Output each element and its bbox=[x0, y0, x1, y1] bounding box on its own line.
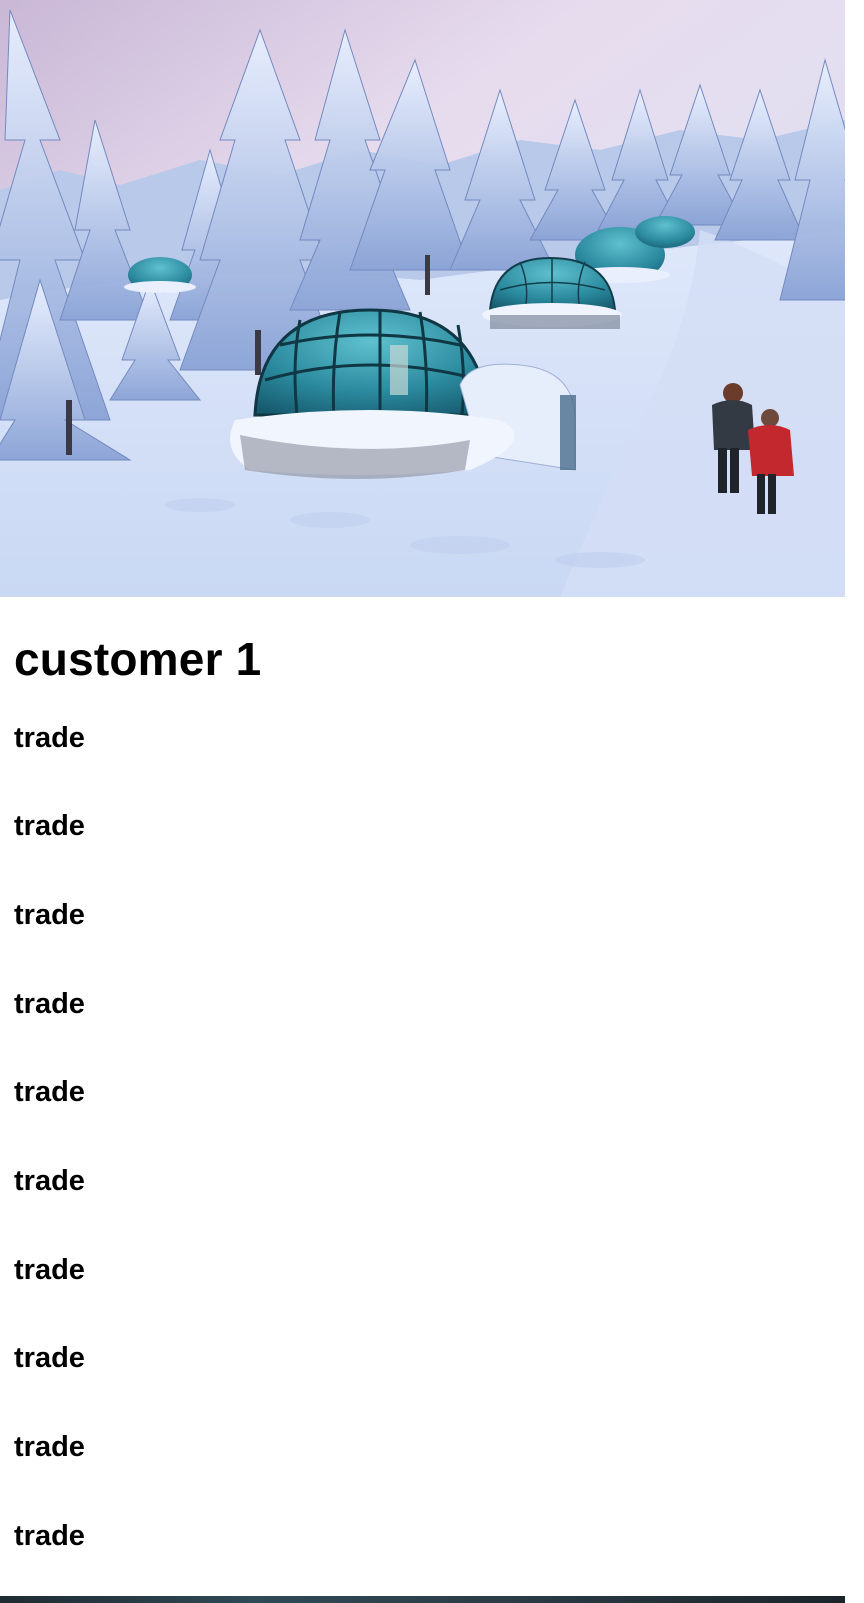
trade-item: trade bbox=[14, 1254, 85, 1286]
trade-item: trade bbox=[14, 1076, 85, 1108]
trade-item: trade bbox=[14, 1520, 85, 1552]
page: customer 1 trade trade trade trade trade… bbox=[0, 0, 864, 1603]
glass-igloo-snow-scene bbox=[0, 0, 845, 597]
trade-item: trade bbox=[14, 988, 85, 1020]
trade-item: trade bbox=[14, 722, 85, 754]
trade-item: trade bbox=[14, 1165, 85, 1197]
trade-item: trade bbox=[14, 1431, 85, 1463]
next-image-edge bbox=[0, 1596, 845, 1603]
trade-item: trade bbox=[14, 810, 85, 842]
content: customer 1 trade trade trade trade trade… bbox=[14, 633, 834, 1551]
hero-image bbox=[0, 0, 845, 597]
customer-title: customer 1 bbox=[14, 633, 262, 685]
trade-item: trade bbox=[14, 899, 85, 931]
trade-item: trade bbox=[14, 1342, 85, 1374]
